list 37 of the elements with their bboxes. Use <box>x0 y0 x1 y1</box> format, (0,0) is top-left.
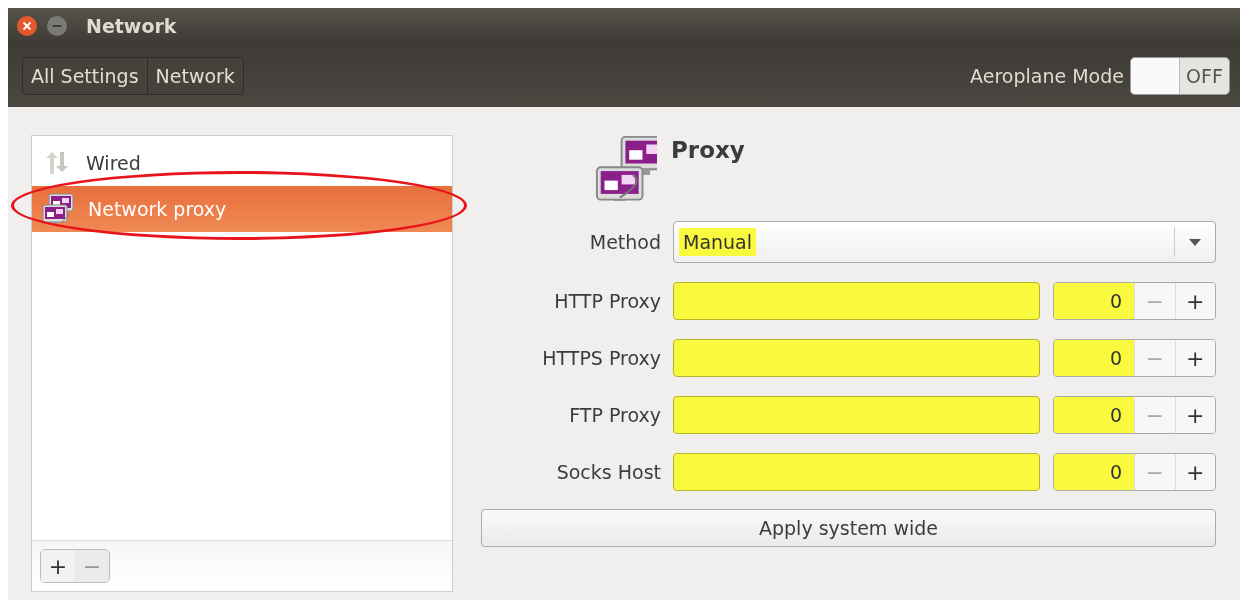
method-dropdown[interactable]: Manual <box>673 221 1216 263</box>
method-value: Manual <box>679 228 757 256</box>
port-field[interactable]: 0 <box>1054 283 1134 319</box>
increment-button[interactable]: + <box>1174 397 1215 433</box>
aeroplane-mode-switch[interactable]: OFF <box>1130 56 1230 95</box>
host-field[interactable] <box>673 339 1040 377</box>
dropdown-arrow-icon <box>1189 238 1201 246</box>
increment-button[interactable]: + <box>1174 283 1215 319</box>
method-label: Method <box>588 231 661 253</box>
port-spinner[interactable]: 0 − + <box>1053 396 1216 434</box>
network-proxy-icon <box>595 135 657 201</box>
sidebar-item[interactable]: Wired <box>32 140 452 186</box>
port-field[interactable]: 0 <box>1054 397 1134 433</box>
port-spinner[interactable]: 0 − + <box>1053 453 1216 491</box>
host-field[interactable] <box>673 396 1040 434</box>
proxy-label: HTTP Proxy <box>553 290 661 312</box>
port-field[interactable]: 0 <box>1054 454 1134 490</box>
minimize-icon[interactable] <box>46 15 68 37</box>
network-proxy-icon <box>42 193 74 225</box>
host-field[interactable] <box>673 453 1040 491</box>
proxy-label: FTP Proxy <box>568 404 661 426</box>
proxy-label: HTTPS Proxy <box>541 347 661 369</box>
close-icon[interactable] <box>16 15 38 37</box>
add-button[interactable]: + <box>41 550 75 582</box>
port-spinner[interactable]: 0 − + <box>1053 339 1216 377</box>
host-field[interactable] <box>673 282 1040 320</box>
aeroplane-mode-label: Aeroplane Mode <box>970 64 1124 87</box>
breadcrumb-button[interactable]: Network <box>147 57 243 94</box>
apply-system-wide-button[interactable]: Apply system wide <box>481 509 1216 547</box>
breadcrumb-button[interactable]: All Settings <box>23 57 148 94</box>
proxy-label: Socks Host <box>555 461 661 483</box>
increment-button[interactable]: + <box>1174 454 1215 490</box>
increment-button[interactable]: + <box>1174 340 1215 376</box>
panel-title: Proxy <box>671 137 745 165</box>
window-title: Network <box>86 15 177 37</box>
port-spinner[interactable]: 0 − + <box>1053 282 1216 320</box>
port-field[interactable]: 0 <box>1054 340 1134 376</box>
